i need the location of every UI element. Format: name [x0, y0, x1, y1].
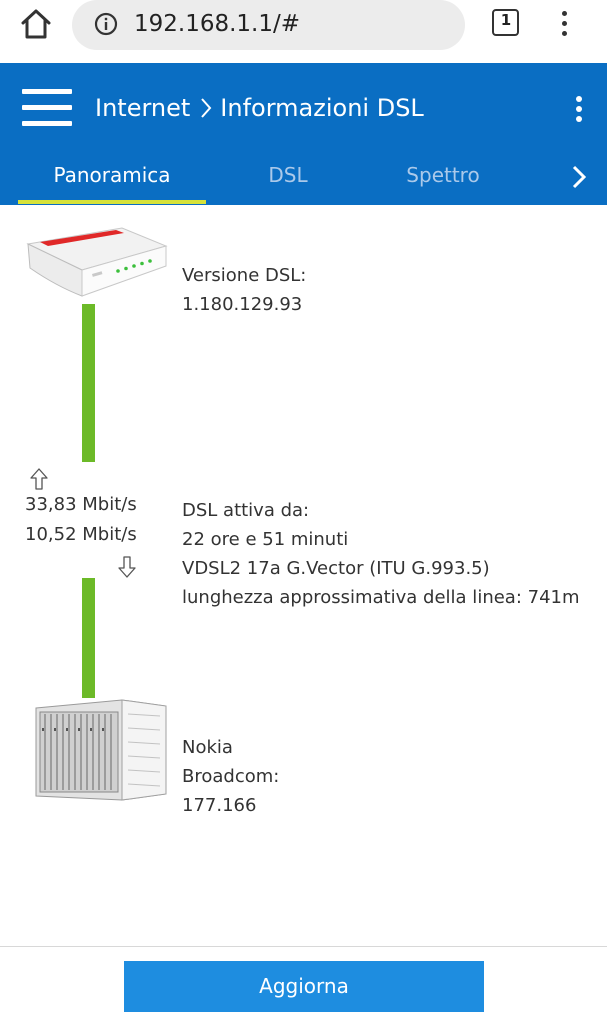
home-icon[interactable] — [18, 8, 54, 40]
more-vertical-icon[interactable] — [566, 93, 590, 125]
tab-spettro[interactable]: Spettro — [392, 161, 494, 189]
chevron-right-icon — [201, 98, 212, 118]
app-header: Internet Informazioni DSL Panoramica DSL… — [0, 63, 607, 205]
arrow-down-icon — [118, 556, 136, 578]
chevron-right-icon[interactable] — [570, 163, 588, 191]
router-info-label: Versione DSL: — [182, 265, 307, 286]
upstream-rate: 33,83 Mbit/s — [25, 494, 137, 515]
more-vertical-icon[interactable] — [552, 9, 578, 39]
dsl-connection-line — [82, 578, 95, 698]
downstream-rate: 10,52 Mbit/s — [25, 524, 137, 545]
tab-count: 1 — [500, 11, 512, 29]
dsl-standard: VDSL2 17a G.Vector (ITU G.993.5) — [182, 558, 490, 579]
info-icon[interactable] — [94, 12, 118, 36]
page-title: Informazioni DSL — [220, 94, 424, 122]
browser-toolbar: 192.168.1.1/# 1 — [0, 0, 607, 63]
tab-switcher-button[interactable]: 1 — [492, 9, 520, 37]
breadcrumb: Internet Informazioni DSL — [95, 91, 424, 125]
router-info: Versione DSL: 1.180.129.93 — [182, 261, 306, 319]
dslam-chipset-label: Broadcom: — [182, 766, 280, 787]
dsl-link-info: DSL attiva da: 22 ore e 51 minuti VDSL2 … — [182, 496, 580, 612]
address-bar[interactable]: 192.168.1.1/# — [72, 0, 465, 50]
dsl-status-label: DSL attiva da: — [182, 500, 310, 521]
dslam-info: Nokia Broadcom: 177.166 — [182, 733, 279, 820]
tab-dsl[interactable]: DSL — [250, 161, 326, 189]
arrow-up-icon — [30, 468, 48, 490]
refresh-button[interactable]: Aggiorna — [124, 961, 484, 1012]
dsl-connection-line — [82, 304, 95, 462]
dslam-vendor: Nokia — [182, 737, 233, 758]
tab-panoramica[interactable]: Panoramica — [18, 161, 206, 189]
router-image — [26, 226, 168, 298]
dslam-image — [30, 698, 168, 802]
dsl-uptime: 22 ore e 51 minuti — [182, 529, 349, 550]
router-info-value: 1.180.129.93 — [182, 294, 303, 315]
dslam-chipset-version: 177.166 — [182, 795, 257, 816]
active-tab-indicator — [18, 200, 206, 204]
hamburger-menu-icon[interactable] — [22, 89, 72, 127]
breadcrumb-parent[interactable]: Internet — [95, 91, 190, 125]
footer-divider — [0, 946, 607, 947]
dsl-line-length: lunghezza approssimativa della linea: 74… — [182, 587, 580, 608]
url-text[interactable]: 192.168.1.1/# — [134, 9, 300, 39]
